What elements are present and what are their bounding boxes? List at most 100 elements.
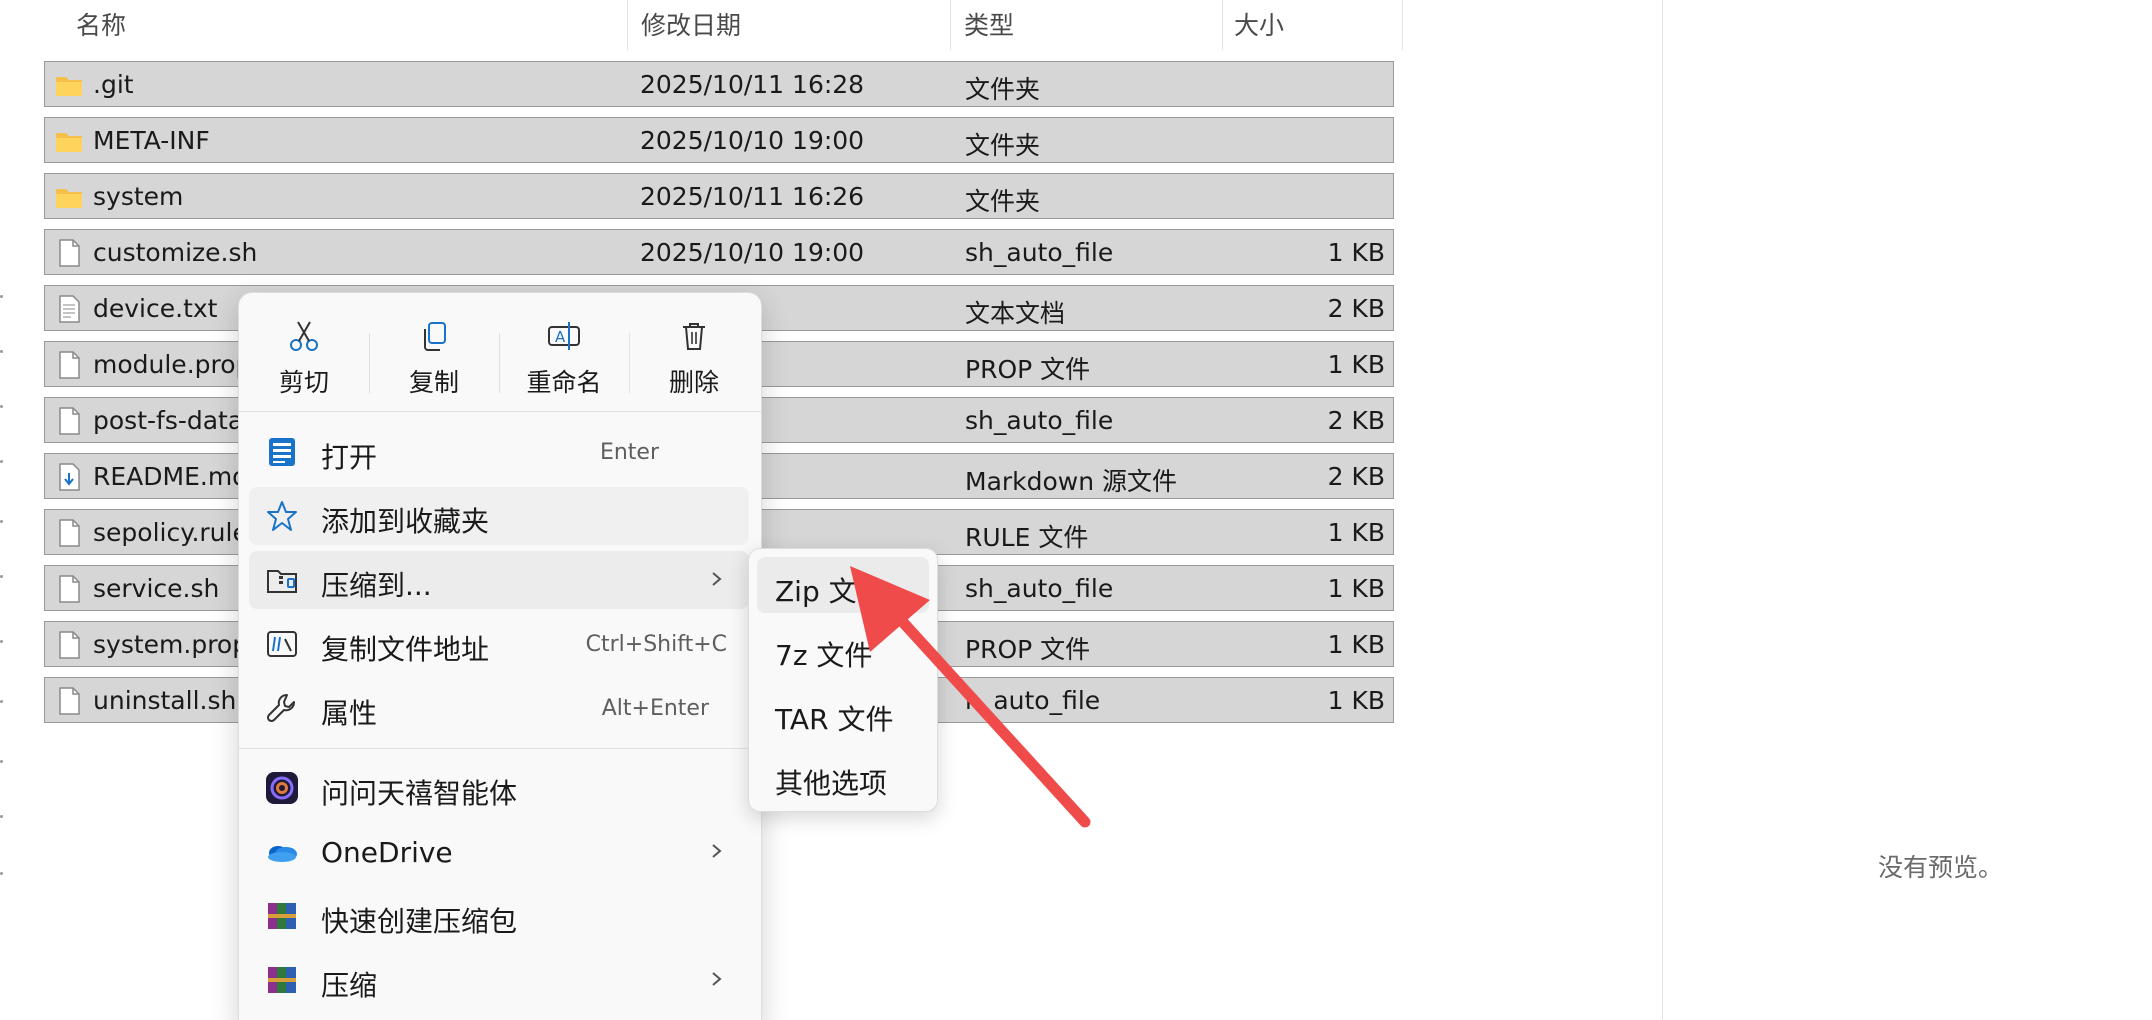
menu-item-open[interactable]: 打开 Enter — [249, 423, 749, 481]
folder-icon — [56, 133, 82, 152]
file-icon — [59, 631, 80, 659]
column-header-type[interactable]: 类型 — [964, 6, 1014, 42]
file-icon — [59, 575, 80, 603]
menu-item-label: 打开 — [321, 441, 378, 474]
column-divider[interactable] — [627, 0, 628, 50]
preview-empty-text: 没有预览。 — [1878, 853, 2004, 882]
column-divider[interactable] — [1222, 0, 1223, 50]
file-date: 2025/10/10 19:00 — [640, 238, 865, 267]
rename-icon: A — [548, 322, 580, 350]
file-icon — [59, 239, 80, 267]
file-name: post-fs-data. — [93, 406, 252, 435]
file-name: sepolicy.rule — [93, 518, 248, 547]
copy-icon — [424, 322, 446, 351]
submenu-item-label: TAR 文件 — [775, 703, 894, 736]
menu-item-label: 问问天禧智能体 — [321, 777, 518, 810]
file-size: 1 KB — [1327, 630, 1385, 659]
menu-item-label: 复制文件地址 — [321, 633, 490, 666]
file-name: device.txt — [93, 294, 218, 323]
chevron-right-icon — [712, 572, 722, 586]
file-name: uninstall.sh — [93, 686, 237, 715]
column-header-size[interactable]: 大小 — [1234, 6, 1284, 42]
file-name: system — [93, 182, 184, 211]
cut-button[interactable]: 剪切 — [239, 311, 369, 411]
file-type: 文件夹 — [965, 131, 1041, 160]
file-icon — [59, 687, 80, 715]
file-row[interactable]: .git 2025/10/11 16:28 文件夹 — [44, 61, 1394, 107]
column-divider[interactable] — [1402, 0, 1403, 50]
submenu-item-label: 7z 文件 — [775, 639, 873, 672]
chevron-right-icon — [712, 972, 722, 986]
notepad-icon — [269, 438, 295, 466]
menu-item-properties[interactable]: 属性 Alt+Enter — [249, 679, 749, 737]
file-date: 2025/10/11 16:26 — [640, 182, 865, 211]
winrar-icon — [268, 967, 296, 993]
file-name: service.sh — [93, 574, 220, 603]
submenu-item-label: Zip 文件 — [775, 575, 885, 608]
menu-separator — [239, 411, 761, 412]
file-name: system.prop — [93, 630, 249, 659]
menu-item-add-favorites[interactable]: 添加到收藏夹 — [249, 487, 749, 545]
text-file-icon — [59, 295, 80, 323]
submenu-item-7z[interactable]: 7z 文件 — [757, 621, 929, 677]
menu-item-compress[interactable]: 压缩 — [249, 951, 749, 1009]
delete-label: 删除 — [668, 368, 719, 397]
menu-item-label: OneDrive — [321, 836, 453, 869]
file-size: 2 KB — [1327, 462, 1385, 491]
sort-indicator-icon: ⌃ — [336, 0, 353, 10]
file-type: sh_auto_file — [965, 406, 1114, 435]
file-name: README.md — [93, 462, 249, 491]
submenu-item-tar[interactable]: TAR 文件 — [757, 685, 929, 741]
star-icon — [267, 501, 297, 531]
trash-icon — [683, 323, 705, 350]
column-header: ⌃ 名称 修改日期 类型 大小 — [44, 0, 1404, 50]
menu-item-copy-path[interactable]: 复制文件地址 Ctrl+Shift+C — [249, 615, 749, 673]
menu-item-onedrive[interactable]: OneDrive — [249, 823, 749, 881]
file-name: customize.sh — [93, 238, 258, 267]
compress-to-submenu: Zip 文件 7z 文件 TAR 文件 其他选项 — [748, 548, 938, 812]
file-size: 1 KB — [1327, 686, 1385, 715]
file-type: sh_auto_file — [965, 238, 1114, 267]
menu-item-shortcut: Alt+Enter — [601, 696, 709, 721]
submenu-item-zip[interactable]: Zip 文件 — [757, 557, 929, 613]
file-size: 1 KB — [1327, 518, 1385, 547]
file-row[interactable]: META-INF 2025/10/10 19:00 文件夹 — [44, 117, 1394, 163]
menu-item-quick-archive[interactable]: 快速创建压缩包 — [249, 887, 749, 945]
delete-button[interactable]: 删除 — [629, 311, 759, 411]
menu-item-label: 添加到收藏夹 — [321, 505, 490, 538]
column-header-name[interactable]: 名称 — [76, 6, 126, 42]
file-name: META-INF — [93, 126, 210, 155]
scissors-icon — [290, 321, 318, 351]
file-type: PROP 文件 — [965, 355, 1091, 384]
file-type: 文件夹 — [965, 75, 1041, 104]
file-icon — [59, 407, 80, 435]
compress-to-icon — [267, 570, 297, 593]
ai-agent-icon — [266, 772, 298, 804]
file-size: 1 KB — [1327, 238, 1385, 267]
chevron-right-icon — [712, 844, 722, 858]
file-name: module.prop — [93, 350, 252, 379]
file-explorer-window: ⌃ 名称 修改日期 类型 大小 .git2025/10/11 16:28文件夹 M… — [0, 0, 2152, 1020]
file-date: 2025/10/10 19:00 — [640, 126, 865, 155]
preview-pane: 没有预览。 — [1662, 0, 2152, 1020]
file-icon — [59, 519, 80, 547]
copy-button[interactable]: 复制 — [369, 311, 499, 411]
column-header-date[interactable]: 修改日期 — [641, 6, 741, 42]
file-size: 1 KB — [1327, 350, 1385, 379]
menu-item-compress-to[interactable]: 压缩到... — [249, 551, 749, 609]
folder-icon — [56, 77, 82, 96]
menu-item-ai-agent[interactable]: 问问天禧智能体 — [249, 759, 749, 817]
menu-item-label: 属性 — [321, 697, 378, 730]
file-row[interactable]: customize.sh 2025/10/10 19:00 sh_auto_file… — [44, 229, 1394, 275]
file-size: 2 KB — [1327, 294, 1385, 323]
menu-separator — [239, 748, 761, 749]
menu-item-label: 快速创建压缩包 — [321, 905, 518, 938]
submenu-item-other[interactable]: 其他选项 — [757, 749, 929, 805]
cut-label: 剪切 — [278, 368, 329, 397]
file-row[interactable]: system 2025/10/11 16:26 文件夹 — [44, 173, 1394, 219]
rename-button[interactable]: A 重命名 — [499, 311, 629, 411]
quick-actions-bar: 剪切 复制 A 重命名 删除 — [239, 311, 761, 411]
column-divider[interactable] — [950, 0, 951, 50]
file-type: RULE 文件 — [965, 523, 1089, 552]
menu-item-shortcut: Ctrl+Shift+C — [585, 632, 727, 657]
